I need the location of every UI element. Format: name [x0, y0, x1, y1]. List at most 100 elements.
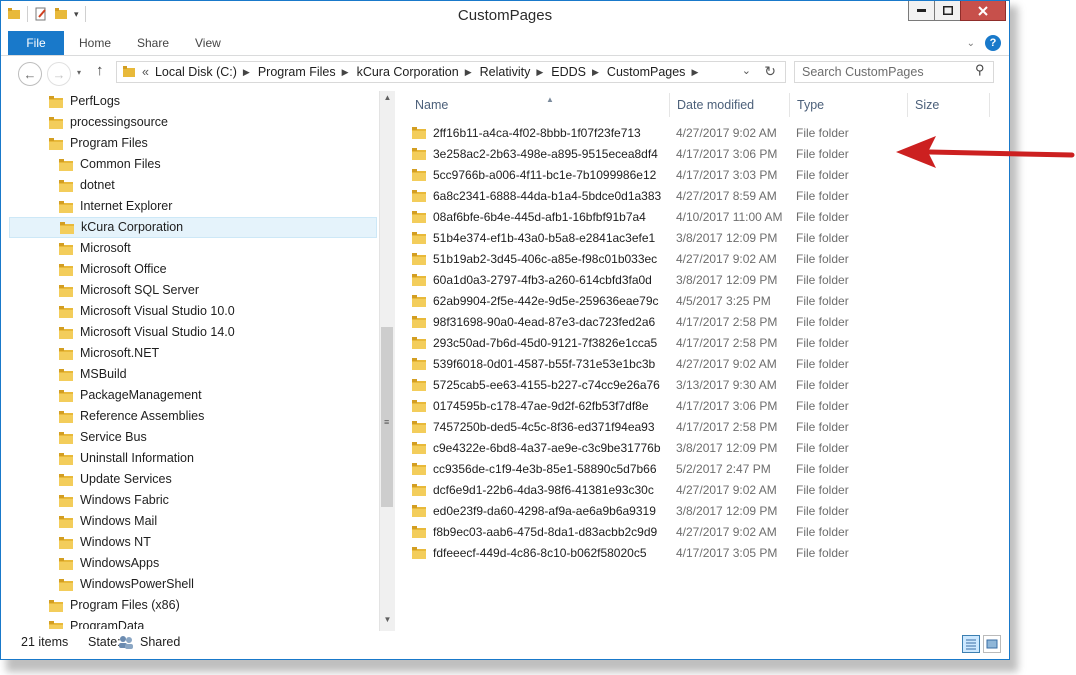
file-type: File folder	[796, 230, 849, 245]
breadcrumb-item[interactable]: EDDS	[551, 65, 586, 79]
back-button[interactable]: ←	[18, 62, 42, 86]
file-date-modified: 4/17/2017 2:58 PM	[676, 335, 778, 350]
tree-item[interactable]: Microsoft Visual Studio 10.0	[59, 301, 235, 322]
file-row[interactable]: 539f6018-0d01-4587-b55f-731e53e1bc3b 4/27…	[412, 353, 849, 374]
help-icon[interactable]: ?	[985, 35, 1001, 51]
file-row[interactable]: 51b4e374-ef1b-43a0-b5a8-e2841ac3efe1 3/8/…	[412, 227, 849, 248]
breadcrumb-item[interactable]: Program Files	[258, 65, 336, 79]
window-controls	[908, 1, 1006, 21]
file-row[interactable]: 6a8c2341-6888-44da-b1a4-5bdce0d1a383 4/27…	[412, 185, 849, 206]
tree-item[interactable]: kCura Corporation	[9, 217, 377, 238]
expand-ribbon-chevron-icon[interactable]: ⌄	[967, 38, 975, 49]
breadcrumb-item[interactable]: Local Disk (C:)	[155, 65, 237, 79]
tree-item[interactable]: Windows NT	[59, 532, 151, 553]
tree-item[interactable]: Program Files	[49, 133, 148, 154]
file-row[interactable]: 5cc9766b-a006-4f11-bc1e-7b1099986e12 4/17…	[412, 164, 849, 185]
folder-icon	[59, 243, 73, 255]
close-button[interactable]	[960, 1, 1006, 21]
tree-item[interactable]: MSBuild	[59, 364, 127, 385]
view-switcher	[962, 635, 1001, 653]
file-row[interactable]: ed0e23f9-da60-4298-af9a-ae6a9b6a9319 3/8/…	[412, 500, 849, 521]
tree-item[interactable]: WindowsPowerShell	[59, 574, 194, 595]
folder-icon	[59, 411, 73, 423]
tab-share[interactable]: Share	[137, 31, 169, 55]
tree-item[interactable]: Microsoft Office	[59, 259, 167, 280]
file-row[interactable]: f8b9ec03-aab6-475d-8da1-d83acbb2c9d9 4/27…	[412, 521, 849, 542]
tab-view[interactable]: View	[195, 31, 221, 55]
file-row[interactable]: 3e258ac2-2b63-498e-a895-9515ecea8df4 4/17…	[412, 143, 849, 164]
breadcrumb-arrow-icon[interactable]: ▶	[536, 67, 543, 78]
folder-icon	[412, 253, 426, 265]
file-type: File folder	[796, 314, 849, 329]
recent-locations-chevron-icon[interactable]: ▾	[77, 68, 81, 77]
large-icons-view-button[interactable]	[983, 635, 1001, 653]
file-row[interactable]: fdfeeecf-449d-4c86-8c10-b062f58020c5 4/17…	[412, 542, 849, 563]
tree-item[interactable]: Microsoft Visual Studio 14.0	[59, 322, 235, 343]
tree-item[interactable]: Update Services	[59, 469, 172, 490]
tree-item[interactable]: Microsoft	[59, 238, 131, 259]
file-row[interactable]: 60a1d0a3-2797-4fb3-a260-614cbfd3fa0d 3/8/…	[412, 269, 849, 290]
tree-item[interactable]: Windows Fabric	[59, 490, 169, 511]
maximize-button[interactable]	[934, 1, 961, 21]
file-row[interactable]: 51b19ab2-3d45-406c-a85e-f98c01b033ec 4/27…	[412, 248, 849, 269]
navigation-pane-scrollbar[interactable]: ▲ ≡ ▼	[379, 91, 395, 631]
file-row[interactable]: 293c50ad-7b6d-45d0-9121-7f3826e1cca5 4/17…	[412, 332, 849, 353]
tab-file[interactable]: File	[8, 31, 64, 55]
file-row[interactable]: 98f31698-90a0-4ead-87e3-dac723fed2a6 4/17…	[412, 311, 849, 332]
column-header-size[interactable]: Size	[908, 93, 990, 117]
up-arrow-icon[interactable]: ↑	[96, 62, 104, 79]
file-row[interactable]: dcf6e9d1-22b6-4da3-98f6-41381e93c30c 4/27…	[412, 479, 849, 500]
file-row[interactable]: cc9356de-c1f9-4e3b-85e1-58890c5d7b66 5/2/…	[412, 458, 849, 479]
tree-item[interactable]: Reference Assemblies	[59, 406, 204, 427]
column-header-date-modified[interactable]: Date modified	[670, 93, 790, 117]
scroll-down-arrow-icon[interactable]: ▼	[380, 615, 395, 624]
tree-item[interactable]: WindowsApps	[59, 553, 159, 574]
tree-item[interactable]: Uninstall Information	[59, 448, 194, 469]
tree-item[interactable]: dotnet	[59, 175, 115, 196]
minimize-button[interactable]	[908, 1, 935, 21]
refresh-icon[interactable]: ↻	[764, 63, 776, 80]
scroll-up-arrow-icon[interactable]: ▲	[380, 93, 395, 102]
tree-item[interactable]: processingsource	[49, 112, 168, 133]
file-row[interactable]: 2ff16b11-a4ca-4f02-8bbb-1f07f23fe713 4/27…	[412, 122, 849, 143]
tree-item[interactable]: Common Files	[59, 154, 161, 175]
file-row[interactable]: 0174595b-c178-47ae-9d2f-62fb53f7df8e 4/17…	[412, 395, 849, 416]
tree-item[interactable]: PerfLogs	[49, 91, 120, 112]
folder-icon	[49, 117, 63, 129]
tree-item[interactable]: Microsoft SQL Server	[59, 280, 199, 301]
tree-item[interactable]: Windows Mail	[59, 511, 157, 532]
tree-item[interactable]: Program Files (x86)	[49, 595, 180, 616]
breadcrumb-arrow-icon[interactable]: ▶	[342, 67, 349, 78]
tree-item[interactable]: ProgramData	[49, 616, 144, 629]
file-row[interactable]: 7457250b-ded5-4c5c-8f36-ed371f94ea93 4/17…	[412, 416, 849, 437]
breadcrumb-item[interactable]: CustomPages	[607, 65, 686, 79]
folder-icon	[412, 463, 426, 475]
breadcrumb-arrow-icon[interactable]: ▶	[691, 67, 698, 78]
file-row[interactable]: 5725cab5-ee63-4155-b227-c74cc9e26a76 3/13…	[412, 374, 849, 395]
file-type: File folder	[796, 125, 849, 140]
column-header-type[interactable]: Type	[790, 93, 908, 117]
column-header-name[interactable]: Name ▲	[408, 93, 670, 117]
tree-item[interactable]: PackageManagement	[59, 385, 202, 406]
breadcrumb-arrow-icon[interactable]: ▶	[465, 67, 472, 78]
search-icon[interactable]: ⚲	[975, 62, 985, 78]
file-row[interactable]: c9e4322e-6bd8-4a37-ae9e-c3c9be31776b 3/8/…	[412, 437, 849, 458]
address-bar[interactable]: « Local Disk (C:) ▶ Program Files ▶ kCura …	[116, 61, 786, 83]
breadcrumb-overflow[interactable]: «	[142, 65, 149, 79]
tree-item[interactable]: Internet Explorer	[59, 196, 172, 217]
breadcrumb-item[interactable]: Relativity	[480, 65, 531, 79]
file-date-modified: 4/27/2017 9:02 AM	[676, 524, 777, 539]
tree-item[interactable]: Service Bus	[59, 427, 147, 448]
breadcrumb-item[interactable]: kCura Corporation	[357, 65, 459, 79]
file-row[interactable]: 62ab9904-2f5e-442e-9d5e-259636eae79c 4/5/…	[412, 290, 849, 311]
search-input[interactable]: Search CustomPages	[794, 61, 994, 83]
address-dropdown-chevron-icon[interactable]: ⌄	[742, 64, 751, 77]
breadcrumb-arrow-icon[interactable]: ▶	[243, 67, 250, 78]
tree-item[interactable]: Microsoft.NET	[59, 343, 159, 364]
file-date-modified: 5/2/2017 2:47 PM	[676, 461, 771, 476]
file-row[interactable]: 08af6bfe-6b4e-445d-afb1-16bfbf91b7a4 4/10…	[412, 206, 849, 227]
details-view-button[interactable]	[962, 635, 980, 653]
tab-home[interactable]: Home	[79, 31, 111, 55]
forward-button[interactable]: →	[47, 62, 71, 86]
breadcrumb-arrow-icon[interactable]: ▶	[592, 67, 599, 78]
